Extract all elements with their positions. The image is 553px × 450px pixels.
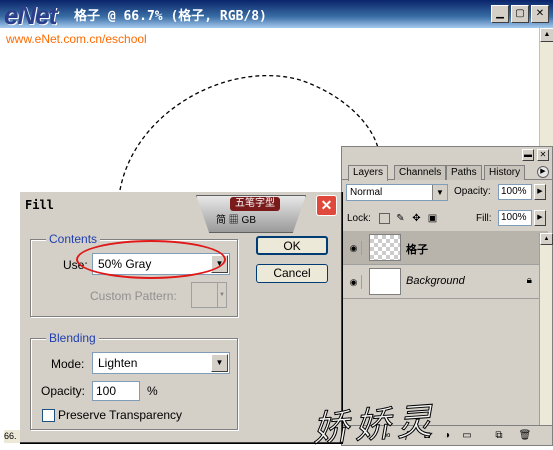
- blend-mode-select[interactable]: Normal ▼: [346, 184, 448, 201]
- fill-label: Fill:: [476, 213, 492, 224]
- opacity-label: Opacity:: [41, 384, 86, 398]
- trash-icon[interactable]: 🗑︎: [518, 429, 532, 443]
- fill-arrow-button[interactable]: ▶: [534, 210, 546, 226]
- scroll-up-icon[interactable]: ▲: [540, 233, 553, 245]
- enet-logo: eNet: [4, 0, 57, 30]
- signature-watermark: 娇娇灵: [310, 400, 440, 450]
- custom-pattern-picker: ▼: [191, 282, 227, 308]
- palette-minimize-icon[interactable]: ▬: [522, 149, 534, 161]
- blending-group-label: Blending: [46, 331, 99, 345]
- cancel-button[interactable]: Cancel: [256, 264, 328, 283]
- lock-label: Lock:: [347, 213, 371, 224]
- close-button[interactable]: ✕: [531, 5, 549, 23]
- document-title: 格子 @ 66.7% (格子, RGB/8): [74, 9, 267, 24]
- palette-menu-icon[interactable]: ▶: [537, 166, 549, 178]
- layer-thumbnail: [369, 268, 401, 295]
- tab-history[interactable]: History: [484, 165, 526, 180]
- tab-channels[interactable]: Channels: [394, 165, 447, 180]
- eye-icon[interactable]: ◉: [346, 241, 362, 255]
- opacity-label: Opacity:: [454, 186, 491, 197]
- document-titlebar[interactable]: 格子 @ 66.7% (格子, RGB/8) eNet ▁ ▢ ✕: [0, 0, 553, 30]
- maximize-button[interactable]: ▢: [511, 5, 529, 23]
- lock-transparency-icon[interactable]: [379, 213, 390, 224]
- contents-group-label: Contents: [46, 232, 101, 246]
- custom-pattern-label: Custom Pattern:: [90, 289, 177, 303]
- eye-icon[interactable]: ◉: [346, 275, 362, 289]
- lock-paint-icon[interactable]: ✎: [395, 213, 406, 224]
- dialog-title: Fill: [25, 198, 54, 212]
- layer-name: Background: [406, 275, 465, 287]
- chevron-down-icon: ▼: [211, 354, 228, 372]
- scroll-up-icon[interactable]: ▲: [540, 28, 553, 42]
- lock-move-icon[interactable]: ✥: [411, 213, 422, 224]
- tab-layers[interactable]: Layers: [348, 165, 389, 181]
- opacity-field[interactable]: 100: [92, 381, 140, 401]
- mode-label: Mode:: [51, 357, 85, 371]
- folder-icon[interactable]: ▭: [460, 429, 474, 443]
- palette-close-icon[interactable]: ✕: [537, 149, 549, 161]
- highlight-ellipse: [76, 240, 226, 279]
- new-layer-icon[interactable]: ⧉: [492, 429, 506, 443]
- opacity-arrow-button[interactable]: ▶: [534, 184, 546, 200]
- tab-paths[interactable]: Paths: [446, 165, 482, 180]
- lock-all-icon[interactable]: ▣: [427, 213, 438, 224]
- ok-button[interactable]: OK: [256, 236, 328, 255]
- layer-row-grid[interactable]: ◉ 格子: [342, 231, 548, 265]
- layer-name: 格子: [406, 244, 428, 256]
- fill-dialog: Fill 五笔字型 简 ▦ GB ✕ Contents Use: 50% Gra…: [19, 191, 342, 443]
- ime-options[interactable]: 简 ▦ GB: [216, 215, 256, 227]
- minimize-button[interactable]: ▁: [491, 5, 509, 23]
- lock-icon: 🔒︎: [526, 275, 532, 286]
- layer-opacity-field[interactable]: 100%: [498, 184, 532, 200]
- document-vertical-scrollbar[interactable]: ▲: [539, 28, 553, 146]
- chevron-down-icon: ▼: [432, 185, 447, 200]
- adjustment-icon[interactable]: ◑: [440, 429, 454, 443]
- chevron-down-icon: ▼: [217, 283, 226, 307]
- status-zoom: 66.: [4, 430, 20, 443]
- opacity-unit: %: [147, 384, 158, 398]
- mode-select[interactable]: Lighten ▼: [92, 352, 230, 374]
- watermark-url: www.eNet.com.cn/eschool: [6, 32, 147, 46]
- preserve-transparency-checkbox[interactable]: [42, 409, 55, 422]
- preserve-transparency-label[interactable]: Preserve Transparency: [58, 408, 182, 422]
- close-icon[interactable]: ✕: [316, 195, 337, 216]
- layer-thumbnail: [369, 234, 401, 261]
- palette-scrollbar[interactable]: ▲: [539, 233, 553, 433]
- ime-toolbar[interactable]: 五笔字型 简 ▦ GB: [196, 195, 306, 233]
- layer-row-background[interactable]: ◉ Background 🔒︎: [342, 265, 548, 299]
- layer-fill-field[interactable]: 100%: [498, 210, 532, 226]
- ime-mode-label[interactable]: 五笔字型: [230, 197, 280, 211]
